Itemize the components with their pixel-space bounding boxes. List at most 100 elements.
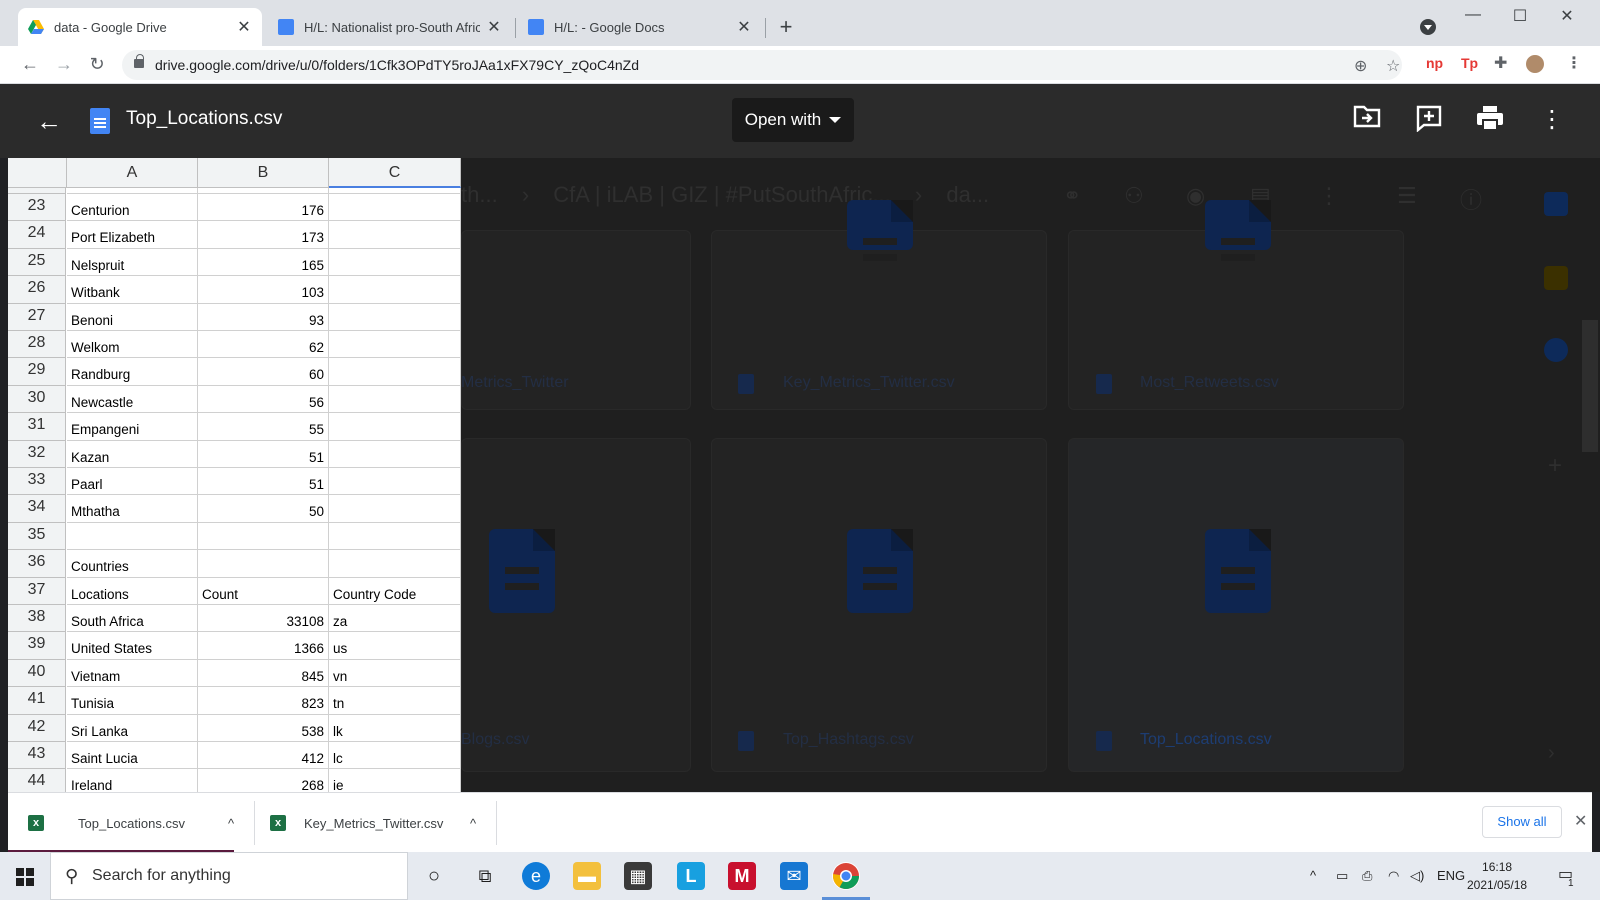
wifi-icon[interactable]: ◠ [1388, 868, 1399, 884]
calendar-icon[interactable] [1544, 192, 1568, 216]
download-item[interactable]: x Key_Metrics_Twitter.csv ^ [270, 793, 490, 853]
zoom-icon[interactable]: ⊕ [1354, 56, 1367, 76]
sheet-cell[interactable]: Count [198, 577, 329, 605]
scrollbar[interactable] [1582, 320, 1598, 452]
sheet-cell[interactable]: Sri Lanka [67, 714, 198, 742]
info-icon[interactable]: ⓘ [1460, 183, 1482, 215]
tab-nationalist-doc[interactable]: H/L: Nationalist pro-South Africa ✕ [268, 8, 512, 46]
breadcrumb-item[interactable]: da... [946, 182, 989, 207]
close-tab-icon[interactable]: ✕ [236, 17, 252, 37]
row-header[interactable]: 30 [8, 385, 66, 414]
sheet-cell[interactable]: Ireland [67, 769, 198, 792]
link-icon[interactable]: ⚭ [1063, 183, 1081, 209]
maximize-icon[interactable]: ☐ [1497, 6, 1543, 26]
sheet-cell[interactable]: 165 [198, 248, 329, 277]
sheet-cell[interactable] [329, 276, 461, 304]
sheet-cell[interactable]: ie [329, 769, 461, 792]
taskbar-search-input[interactable]: ⚲ Search for anything [50, 852, 408, 900]
sheet-cell[interactable]: Saint Lucia [67, 742, 198, 770]
column-header[interactable]: C [329, 158, 461, 188]
sheet-cell[interactable]: 538 [198, 714, 329, 742]
column-header[interactable]: B [198, 158, 329, 188]
row-header[interactable]: 32 [8, 440, 66, 468]
breadcrumb-item[interactable]: th... [461, 182, 498, 207]
sheet-cell[interactable]: South Africa [67, 605, 198, 633]
sheet-cell[interactable]: 55 [198, 413, 329, 441]
bookmark-star-icon[interactable]: ☆ [1386, 56, 1400, 76]
new-tab-icon[interactable]: + [776, 14, 796, 40]
sheet-cell[interactable]: Countries [67, 550, 198, 578]
sheet-cell[interactable] [329, 303, 461, 331]
sheet-cell[interactable] [329, 468, 461, 496]
keep-icon[interactable] [1544, 266, 1568, 290]
chevron-up-icon[interactable]: ^ [228, 816, 234, 831]
row-header[interactable]: 24 [8, 221, 66, 249]
tab-hl-doc[interactable]: H/L: - Google Docs ✕ [518, 8, 762, 46]
sheet-cell[interactable]: Mthatha [67, 495, 198, 523]
edge-browser-icon[interactable]: e [522, 862, 550, 890]
sheet-cell[interactable]: 173 [198, 221, 329, 249]
clock[interactable]: 16:18 2021/05/18 [1467, 858, 1527, 894]
sheet-cell[interactable]: Kazan [67, 440, 198, 468]
more-options-icon[interactable]: ⋮ [1536, 104, 1568, 136]
chevron-right-icon[interactable]: › [1548, 742, 1555, 765]
sheet-cell[interactable]: 60 [198, 358, 329, 386]
row-header[interactable]: 40 [8, 659, 66, 688]
sheet-cell[interactable]: 176 [198, 194, 329, 222]
l-app-icon[interactable]: L [677, 862, 705, 890]
sheet-cell[interactable] [329, 358, 461, 386]
tab-google-drive[interactable]: data - Google Drive ✕ [18, 8, 262, 46]
row-header[interactable]: 44 [8, 769, 66, 792]
sheet-cell[interactable] [329, 331, 461, 359]
back-arrow-icon[interactable]: ← [36, 106, 62, 137]
row-header[interactable]: 36 [8, 550, 66, 578]
row-header[interactable]: 35 [8, 522, 66, 551]
np-extension-icon[interactable]: np [1426, 55, 1443, 71]
sheet-cell[interactable]: 56 [198, 385, 329, 414]
sheet-cell[interactable] [329, 194, 461, 222]
sheet-cell[interactable]: 268 [198, 769, 329, 792]
sheet-cell[interactable]: 51 [198, 468, 329, 496]
sheet-cell[interactable]: lc [329, 742, 461, 770]
tasks-icon[interactable] [1544, 338, 1568, 362]
language-indicator[interactable]: ENG [1437, 868, 1465, 883]
row-header[interactable]: 42 [8, 714, 66, 742]
close-icon[interactable]: ✕ [1574, 811, 1587, 831]
row-header[interactable]: 37 [8, 577, 66, 605]
tab-search-icon[interactable] [1420, 19, 1436, 35]
meet-now-icon[interactable]: ⎙ [1362, 868, 1372, 884]
sheet-cell[interactable] [329, 440, 461, 468]
list-view-icon[interactable]: ☰ [1397, 183, 1417, 209]
sheet-cell[interactable]: Empangeni [67, 413, 198, 441]
row-header[interactable]: 38 [8, 605, 66, 633]
row-header[interactable]: 28 [8, 331, 66, 359]
sheet-cell[interactable]: 62 [198, 331, 329, 359]
mail-icon[interactable]: ✉ [780, 862, 808, 890]
sheet-cell[interactable]: 845 [198, 659, 329, 688]
sheet-cell[interactable] [329, 413, 461, 441]
sheet-cell[interactable]: Locations [67, 577, 198, 605]
sheet-cell[interactable]: Newcastle [67, 385, 198, 414]
sheet-cell[interactable] [198, 522, 329, 551]
sheet-cell[interactable]: 1366 [198, 632, 329, 660]
minimize-icon[interactable]: — [1450, 6, 1496, 24]
volume-icon[interactable]: ◁) [1410, 868, 1424, 884]
sheet-cell[interactable] [329, 221, 461, 249]
row-header[interactable]: 41 [8, 687, 66, 715]
battery-icon[interactable]: ▭ [1336, 868, 1348, 884]
sheet-cell[interactable]: Country Code [329, 577, 461, 605]
row-header[interactable]: 25 [8, 248, 66, 277]
sheet-cell[interactable]: tn [329, 687, 461, 715]
sheet-cell[interactable]: us [329, 632, 461, 660]
sheet-cell[interactable]: 103 [198, 276, 329, 304]
sheet-cell[interactable] [329, 550, 461, 578]
row-header[interactable]: 31 [8, 413, 66, 441]
microsoft-store-icon[interactable]: ▦ [624, 862, 652, 890]
sheet-cell[interactable]: Randburg [67, 358, 198, 386]
close-window-icon[interactable]: ✕ [1544, 6, 1590, 26]
back-icon[interactable]: ← [18, 54, 42, 75]
sheet-cell[interactable] [329, 385, 461, 414]
add-icon[interactable]: + [1548, 452, 1562, 480]
sheet-cell[interactable]: Vietnam [67, 659, 198, 688]
row-header[interactable]: 39 [8, 632, 66, 660]
